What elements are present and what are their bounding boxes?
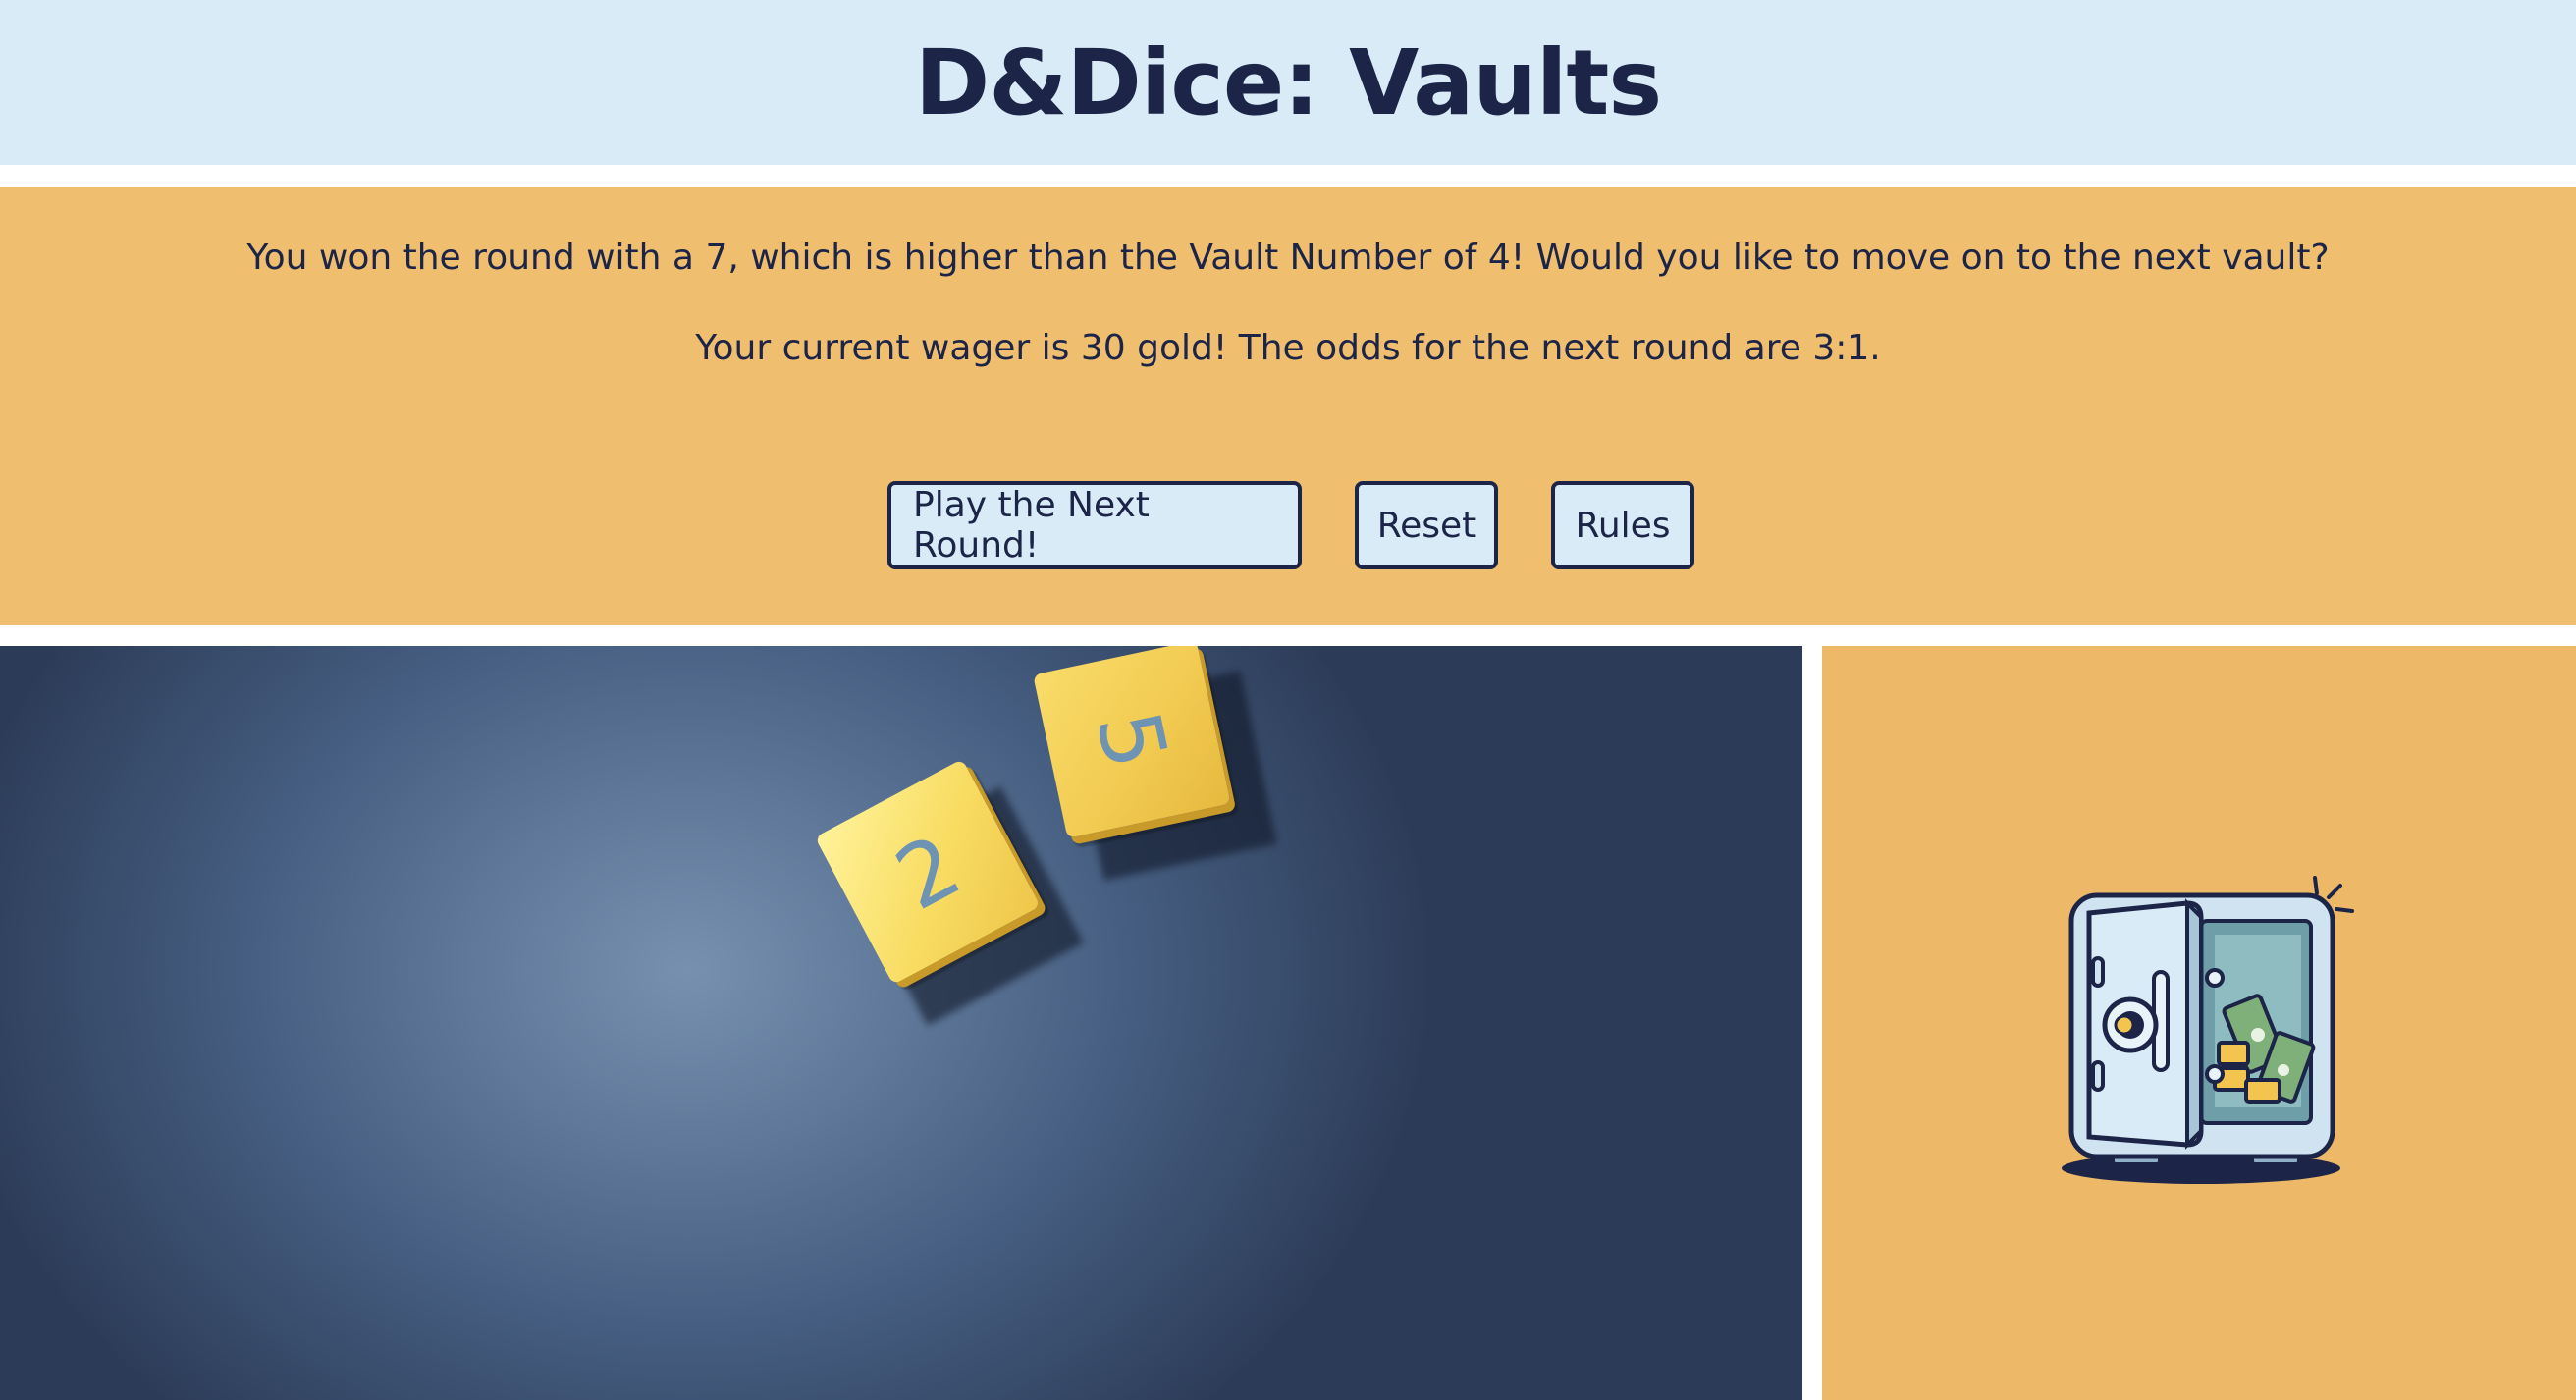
- rules-button[interactable]: Rules: [1551, 481, 1694, 569]
- die-face: 5: [1033, 646, 1231, 838]
- dice-table: 2 5: [0, 646, 1802, 1400]
- play-next-round-button[interactable]: Play the Next Round!: [887, 481, 1302, 569]
- page-title: D&Dice: Vaults: [914, 29, 1662, 135]
- reset-button[interactable]: Reset: [1355, 481, 1498, 569]
- result-message: You won the round with a 7, which is hig…: [246, 238, 2330, 278]
- button-group: Play the Next Round! Reset Rules: [0, 481, 2576, 569]
- wager-message: Your current wager is 30 gold! The odds …: [695, 328, 1881, 368]
- die-value: 2: [880, 814, 976, 930]
- vault-panel: [1822, 646, 2576, 1400]
- message-panel: You won the round with a 7, which is hig…: [0, 187, 2576, 625]
- die-value: 5: [1076, 701, 1188, 778]
- header: D&Dice: Vaults: [0, 0, 2576, 165]
- open-safe-icon: [2062, 876, 2354, 1184]
